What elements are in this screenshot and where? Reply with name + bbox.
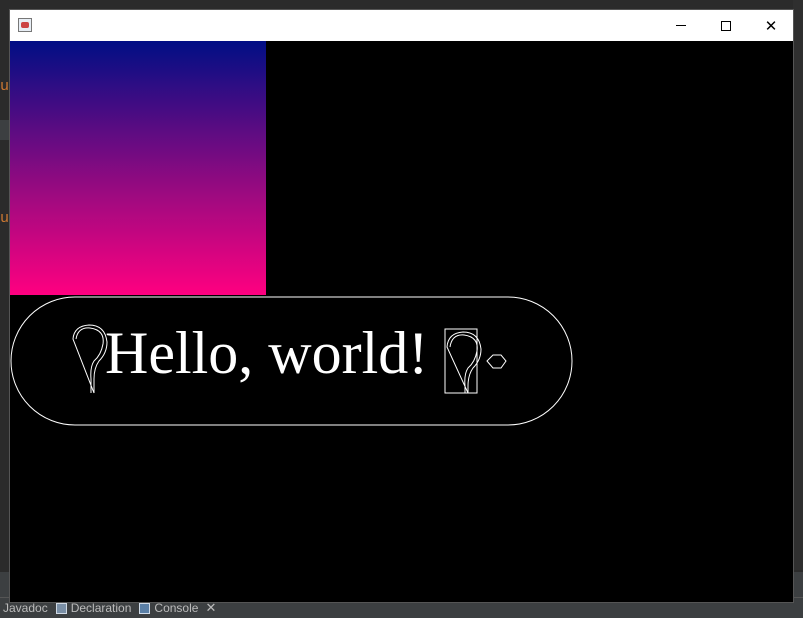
maximize-button[interactable]	[703, 10, 749, 41]
java-app-icon[interactable]	[18, 18, 32, 32]
maximize-icon	[721, 20, 731, 31]
minimize-icon	[676, 25, 686, 26]
declaration-icon	[55, 602, 67, 614]
question-glyph-outline	[446, 331, 482, 394]
question-glyph-outline	[72, 324, 108, 394]
ide-gutter-marker	[0, 120, 10, 140]
minimize-button[interactable]	[658, 10, 704, 41]
close-icon[interactable]: ✕	[205, 600, 216, 616]
close-icon: ✕	[764, 17, 778, 35]
close-button[interactable]: ✕	[748, 10, 794, 41]
tab-label: Console	[154, 601, 199, 615]
drawing-canvas: Hello, world!	[10, 41, 793, 602]
app-window: ✕ Hello, world!	[10, 10, 793, 602]
hello-world-text: Hello, world!	[105, 320, 429, 386]
console-icon	[139, 602, 151, 614]
tab-label: Declaration	[70, 601, 132, 615]
ide-scrollbar[interactable]	[793, 0, 803, 570]
small-hexagon-outline	[486, 354, 507, 369]
window-titlebar[interactable]: ✕	[10, 10, 793, 41]
tab-label: Javadoc	[3, 601, 48, 615]
